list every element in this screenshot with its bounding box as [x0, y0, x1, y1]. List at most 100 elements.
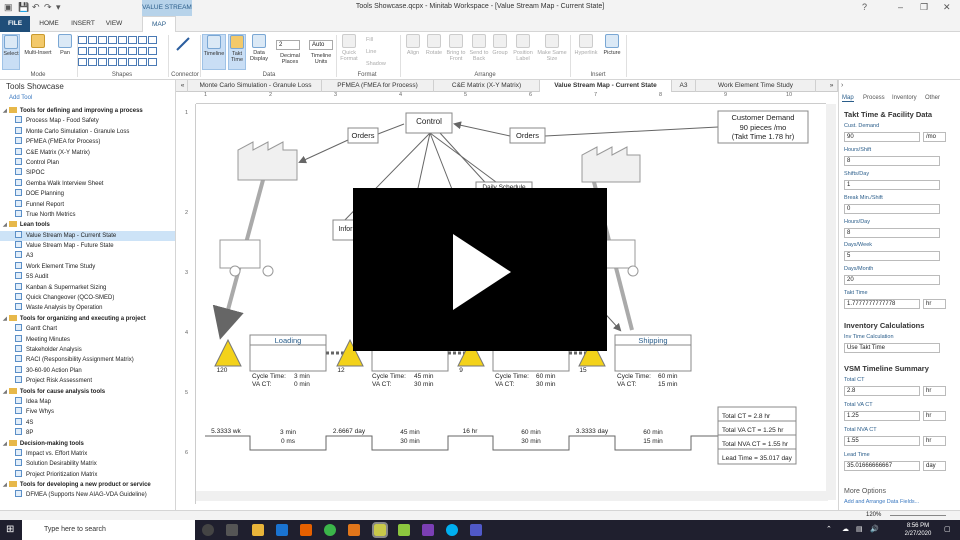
- tree-category[interactable]: Tools for defining and improving a proce…: [0, 106, 175, 116]
- tree-item[interactable]: True North Metrics: [0, 209, 175, 220]
- tree-item[interactable]: Value Stream Map - Future State: [0, 241, 175, 251]
- total-ct-field[interactable]: 2.8: [844, 386, 920, 396]
- days-week-input[interactable]: 5: [844, 251, 940, 261]
- shape-icon[interactable]: [88, 36, 97, 44]
- tree-item[interactable]: Project Risk Assessment: [0, 376, 175, 386]
- unit-select[interactable]: hr: [923, 436, 946, 446]
- collapse-pane-icon[interactable]: ›: [841, 82, 843, 89]
- tab-home[interactable]: HOME: [34, 16, 64, 32]
- tab-file[interactable]: FILE: [0, 16, 30, 32]
- shape-icon[interactable]: [148, 36, 157, 44]
- tree-item[interactable]: SIPOC: [0, 168, 175, 178]
- tree-item[interactable]: 4S: [0, 417, 175, 428]
- tree-item[interactable]: Monte Carlo Simulation - Granule Loss: [0, 126, 175, 137]
- onenote-icon[interactable]: [422, 524, 434, 536]
- doc-tab-active[interactable]: Value Stream Map - Current State: [540, 80, 672, 92]
- shape-icon[interactable]: [78, 47, 87, 55]
- shape-icon[interactable]: [98, 47, 107, 55]
- line-button[interactable]: Line: [366, 49, 376, 55]
- tree-item[interactable]: DFMEA (Supports New AIAG-VDA Guideline): [0, 490, 175, 500]
- horizontal-scrollbar[interactable]: [196, 491, 828, 501]
- hours-day-input[interactable]: 8: [844, 228, 940, 238]
- total-va-field[interactable]: 1.25: [844, 411, 920, 421]
- tree-item[interactable]: A3: [0, 251, 175, 261]
- zoom-level[interactable]: 120%: [866, 512, 881, 518]
- tab-view[interactable]: VIEW: [100, 16, 128, 32]
- outlook-icon[interactable]: [276, 524, 288, 536]
- network-icon[interactable]: ▤: [856, 525, 863, 533]
- group-button[interactable]: Group: [490, 34, 510, 70]
- tree-item[interactable]: 30-60-90 Action Plan: [0, 365, 175, 376]
- doc-tab[interactable]: C&E Matrix (X-Y Matrix): [434, 80, 540, 92]
- shape-icon[interactable]: [78, 36, 87, 44]
- orders-label[interactable]: Orders: [510, 131, 545, 140]
- tree-item[interactable]: Kanban & Supermarket Sizing: [0, 282, 175, 293]
- chrome-icon[interactable]: [324, 524, 336, 536]
- firefox-icon[interactable]: [300, 524, 312, 536]
- skype-icon[interactable]: [446, 524, 458, 536]
- unit-select[interactable]: hr: [923, 386, 946, 396]
- inv-calc-select[interactable]: Use Takt Time: [844, 343, 940, 353]
- takt-time-input[interactable]: 1.7777777777778: [844, 299, 920, 309]
- hyperlink-button[interactable]: Hyperlink: [572, 34, 600, 70]
- shape-icon[interactable]: [148, 58, 157, 66]
- quick-format-button[interactable]: Quick Format: [338, 34, 360, 70]
- taskbar-clock[interactable]: 8:56 PM 2/27/2020: [888, 522, 948, 538]
- shape-icon[interactable]: [98, 58, 107, 66]
- tree-item[interactable]: Waste Analysis by Operation: [0, 303, 175, 313]
- tree-item[interactable]: Solution Desirability Matrix: [0, 459, 175, 469]
- rotate-button[interactable]: Rotate: [424, 34, 444, 70]
- play-icon[interactable]: [353, 188, 607, 351]
- scroll-left-icon[interactable]: «: [178, 80, 188, 92]
- tree-item[interactable]: 5S Audit: [0, 272, 175, 282]
- tree-item[interactable]: PFMEA (FMEA for Process): [0, 137, 175, 147]
- app-icon[interactable]: [348, 524, 360, 536]
- tree-item[interactable]: Gantt Chart: [0, 324, 175, 334]
- position-label-button[interactable]: Position Label: [510, 34, 536, 70]
- tree-item[interactable]: DOE Planning: [0, 189, 175, 199]
- tab-insert[interactable]: INSERT: [68, 16, 98, 32]
- shape-icon[interactable]: [88, 47, 97, 55]
- notifications-icon[interactable]: ▢: [944, 525, 951, 533]
- cortana-icon[interactable]: [202, 524, 214, 536]
- tree-item[interactable]: C&E Matrix (X-Y Matrix): [0, 147, 175, 158]
- timeline-button[interactable]: Timeline: [202, 34, 226, 70]
- tree-category[interactable]: Tools for cause analysis tools: [0, 387, 175, 397]
- picture-button[interactable]: Picture: [600, 34, 624, 70]
- tree-item[interactable]: Control Plan: [0, 157, 175, 168]
- close-icon[interactable]: ✕: [943, 2, 951, 13]
- tree-item[interactable]: 8P: [0, 428, 175, 438]
- takt-unit-select[interactable]: hr: [923, 299, 946, 309]
- tab-inventory[interactable]: Inventory: [892, 95, 917, 101]
- shape-icon[interactable]: [118, 58, 127, 66]
- add-arrange-link[interactable]: Add and Arrange Data Fields...: [844, 499, 919, 505]
- doc-tab[interactable]: A3: [672, 80, 696, 92]
- multi-insert-button[interactable]: Multi-Insert: [22, 34, 54, 70]
- file-explorer-icon[interactable]: [252, 524, 264, 536]
- shape-icon[interactable]: [128, 58, 137, 66]
- shape-icon[interactable]: [138, 47, 147, 55]
- tree-item[interactable]: Impact vs. Effort Matrix: [0, 448, 175, 459]
- send-to-back-button[interactable]: Send to Back: [468, 34, 490, 70]
- scroll-right-icon[interactable]: »: [826, 80, 838, 92]
- shape-icon[interactable]: [108, 36, 117, 44]
- connector-button[interactable]: [172, 36, 194, 66]
- video-player-overlay[interactable]: [353, 188, 607, 351]
- tree-item[interactable]: Value Stream Map - Current State: [0, 230, 175, 242]
- tree-category[interactable]: Tools for organizing and executing a pro…: [0, 314, 175, 324]
- lead-time-field[interactable]: 35.01666666667: [844, 461, 920, 471]
- tree-item[interactable]: Project Prioritization Matrix: [0, 469, 175, 480]
- tab-map[interactable]: MAP: [142, 16, 176, 33]
- restore-icon[interactable]: ❐: [920, 2, 928, 13]
- task-view-icon[interactable]: [226, 524, 238, 536]
- fill-button[interactable]: Fill: [366, 37, 373, 43]
- doc-tab[interactable]: PFMEA (FMEA for Process): [322, 80, 434, 92]
- zoom-slider[interactable]: [890, 515, 946, 516]
- minitab-icon[interactable]: [398, 524, 410, 536]
- tree-item[interactable]: Meeting Minutes: [0, 334, 175, 345]
- windows-start-icon[interactable]: ⊞: [6, 524, 14, 535]
- add-tool-link[interactable]: Add Tool: [9, 95, 32, 101]
- shape-icon[interactable]: [128, 47, 137, 55]
- shape-icon[interactable]: [148, 47, 157, 55]
- tree-item[interactable]: Five Whys: [0, 407, 175, 417]
